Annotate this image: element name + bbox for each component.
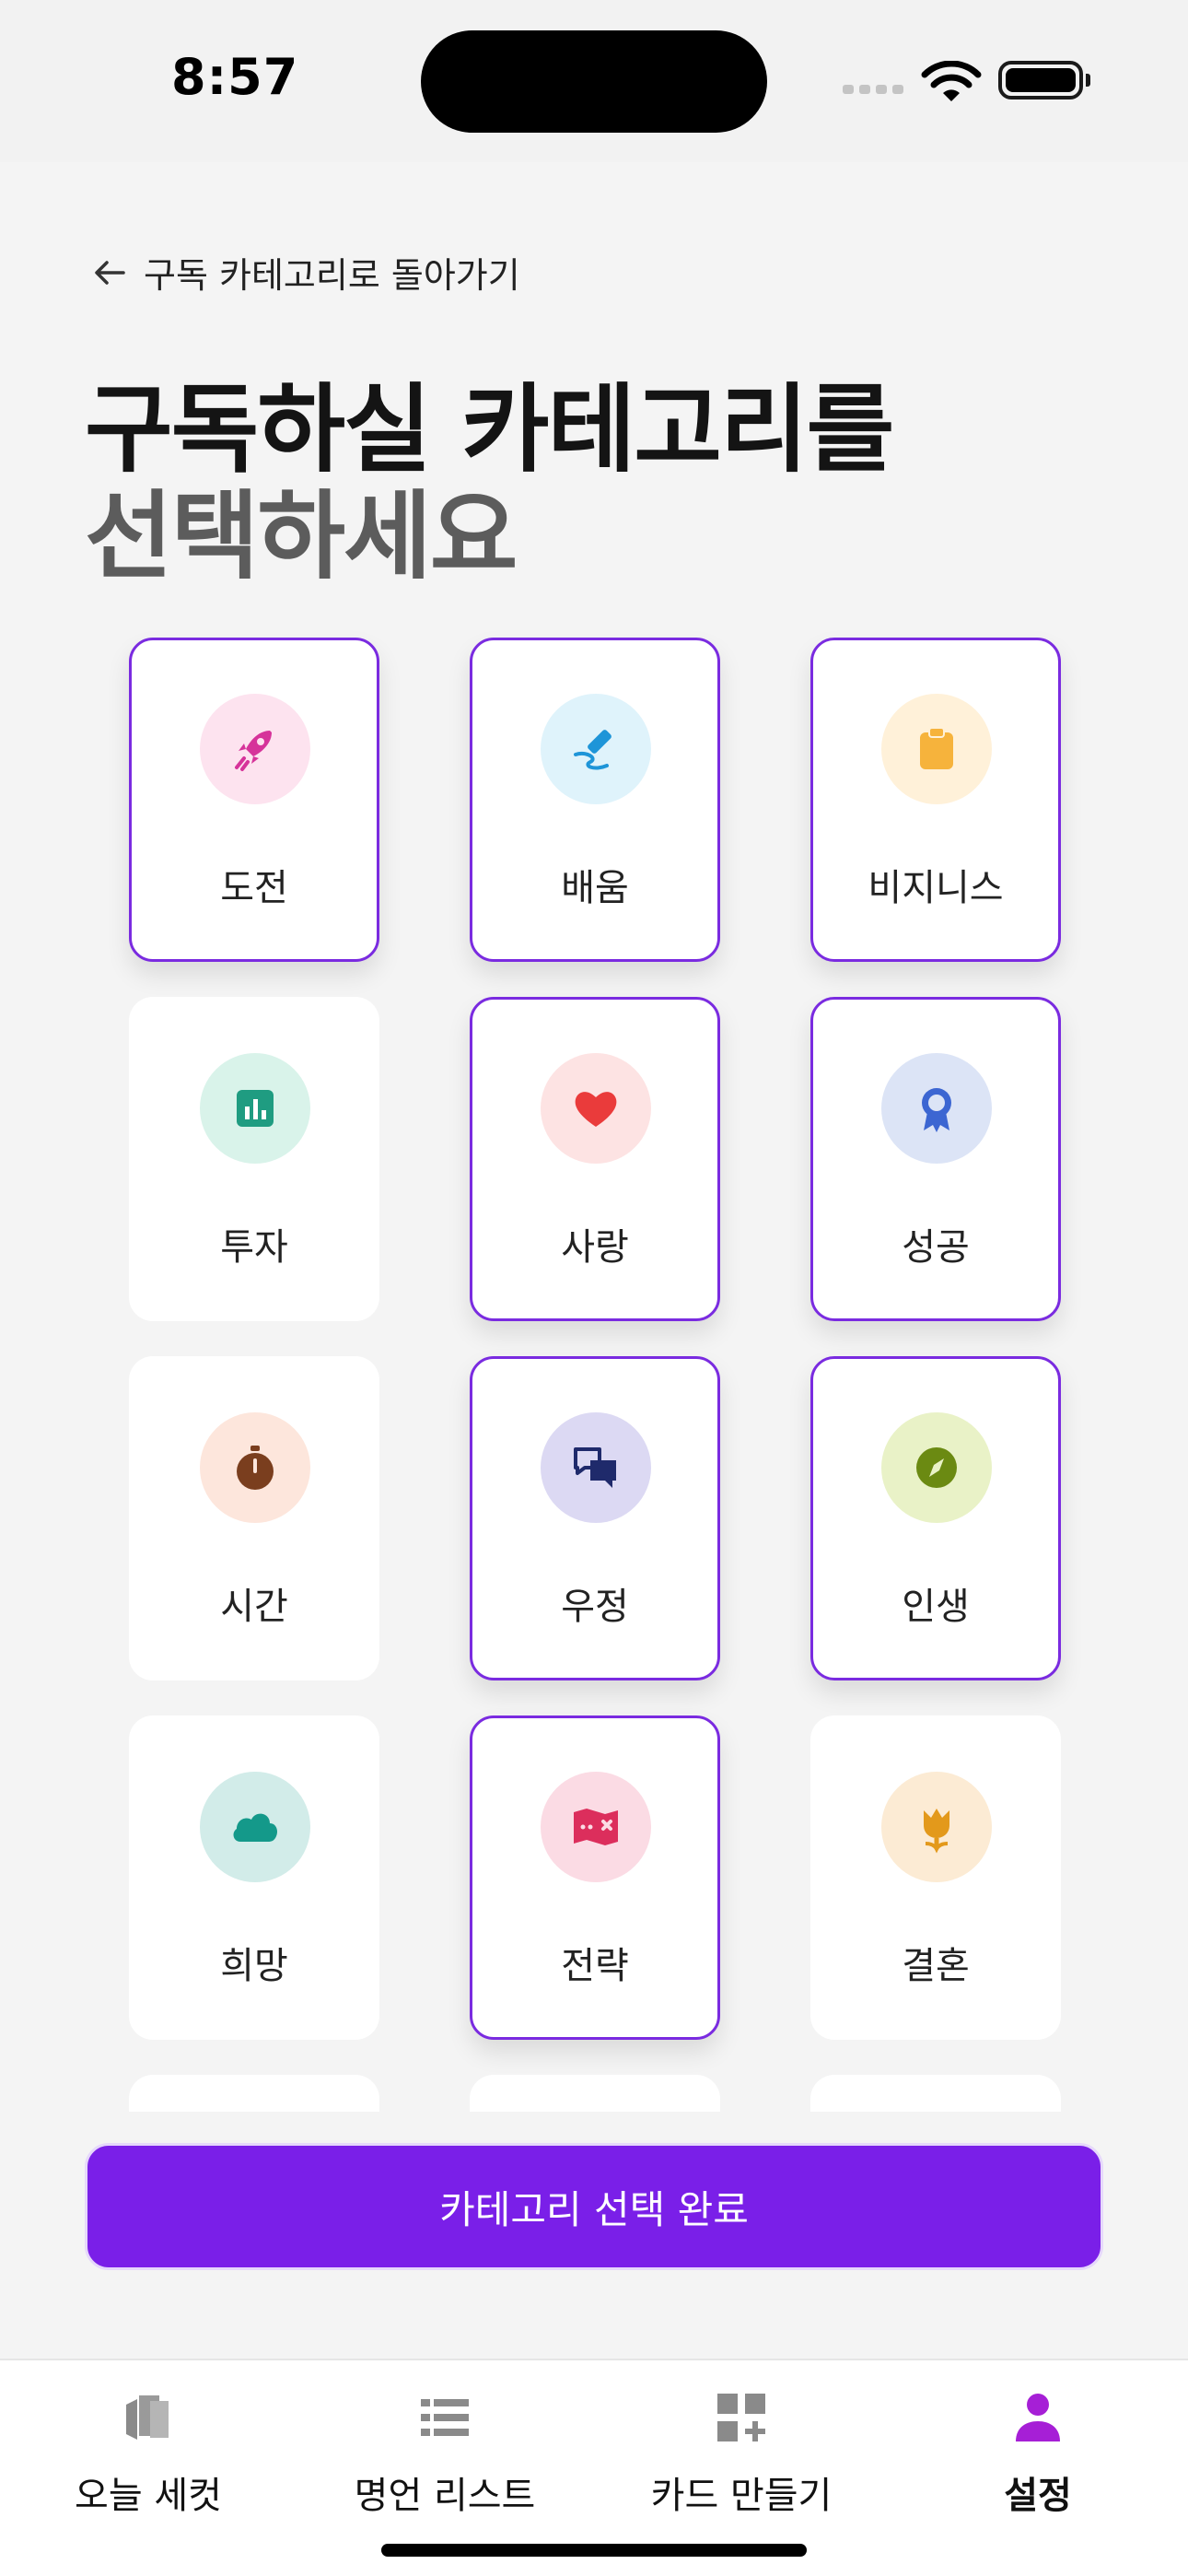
category-label: 인생: [902, 1586, 970, 1628]
category-label: 투자: [220, 1226, 288, 1269]
category-card-1[interactable]: 도전: [129, 638, 379, 962]
stopwatch-icon: [200, 1412, 310, 1523]
complete-selection-label: 카테고리 선택 완료: [439, 2186, 749, 2232]
tab-3[interactable]: 카드 만들기: [593, 2360, 890, 2545]
wifi-icon: [921, 61, 982, 101]
medal-icon: [881, 1053, 992, 1164]
add-grid-icon: [712, 2388, 771, 2447]
category-label: 우정: [561, 1586, 629, 1628]
category-label: 전략: [561, 1945, 629, 1987]
home-indicator: [381, 2544, 807, 2557]
compass-icon: [881, 1412, 992, 1523]
tab-label: 설정: [1004, 2475, 1072, 2517]
chart-icon: [200, 1053, 310, 1164]
category-card-3[interactable]: 비지니스: [810, 638, 1061, 962]
dynamic-island: [421, 30, 767, 133]
category-label: 도전: [220, 867, 288, 909]
back-link-label: 구독 카테고리로 돌아가기: [144, 255, 520, 296]
page-title-line2: 선택하세요: [85, 480, 518, 592]
category-card-7[interactable]: 시간: [129, 1356, 379, 1680]
person-icon: [1008, 2388, 1067, 2447]
arrow-left-icon: [95, 260, 125, 285]
cards-icon: [119, 2388, 178, 2447]
category-card-6[interactable]: 성공: [810, 997, 1061, 1321]
battery-icon: [998, 61, 1090, 100]
cloud-icon: [200, 1772, 310, 1882]
heart-icon: [541, 1053, 651, 1164]
category-card-2[interactable]: 배움: [470, 638, 720, 962]
category-card-8[interactable]: 우정: [470, 1356, 720, 1680]
tulip-icon: [881, 1772, 992, 1882]
map-icon: [541, 1772, 651, 1882]
category-label: 결혼: [902, 1945, 970, 1987]
back-link[interactable]: 구독 카테고리로 돌아가기: [90, 247, 520, 298]
category-label: 시간: [220, 1586, 288, 1628]
tab-label: 오늘 세컷: [75, 2475, 222, 2517]
category-label: 비지니스: [868, 867, 1004, 909]
status-time: 8:57: [171, 48, 299, 106]
category-grid[interactable]: 도전 배움 비지니스투자 사랑 성공시간 우정 인생희망 전략 결혼: [0, 626, 1188, 2112]
category-card-9[interactable]: 인생: [810, 1356, 1061, 1680]
category-label: 배움: [561, 867, 629, 909]
complete-selection-button[interactable]: 카테고리 선택 완료: [85, 2143, 1103, 2270]
category-card-10[interactable]: 희망: [129, 1715, 379, 2040]
category-label: 성공: [902, 1226, 970, 1269]
page-title-line1: 구독하실 카테고리를: [85, 373, 894, 486]
category-card-12[interactable]: 결혼: [810, 1715, 1061, 2040]
tab-1[interactable]: 오늘 세컷: [0, 2360, 297, 2545]
category-label: 희망: [220, 1945, 288, 1987]
tab-label: 명언 리스트: [354, 2475, 536, 2517]
chat-icon: [541, 1412, 651, 1523]
status-bar: 8:57: [0, 0, 1188, 162]
list-icon: [415, 2388, 474, 2447]
category-card-11[interactable]: 전략: [470, 1715, 720, 2040]
page-title: 구독하실 카테고리를 선택하세요: [85, 373, 894, 592]
category-card-5[interactable]: 사랑: [470, 997, 720, 1321]
tab-4[interactable]: 설정: [890, 2360, 1186, 2545]
tab-label: 카드 만들기: [650, 2475, 833, 2517]
clipboard-icon: [881, 694, 992, 804]
category-label: 사랑: [561, 1226, 629, 1269]
category-card-partial[interactable]: [810, 2075, 1061, 2112]
category-card-partial[interactable]: [129, 2075, 379, 2112]
pen-icon: [541, 694, 651, 804]
cellular-signal-icon: [843, 85, 903, 94]
category-card-partial[interactable]: [470, 2075, 720, 2112]
rocket-icon: [200, 694, 310, 804]
category-card-4[interactable]: 투자: [129, 997, 379, 1321]
tab-2[interactable]: 명언 리스트: [297, 2360, 593, 2545]
